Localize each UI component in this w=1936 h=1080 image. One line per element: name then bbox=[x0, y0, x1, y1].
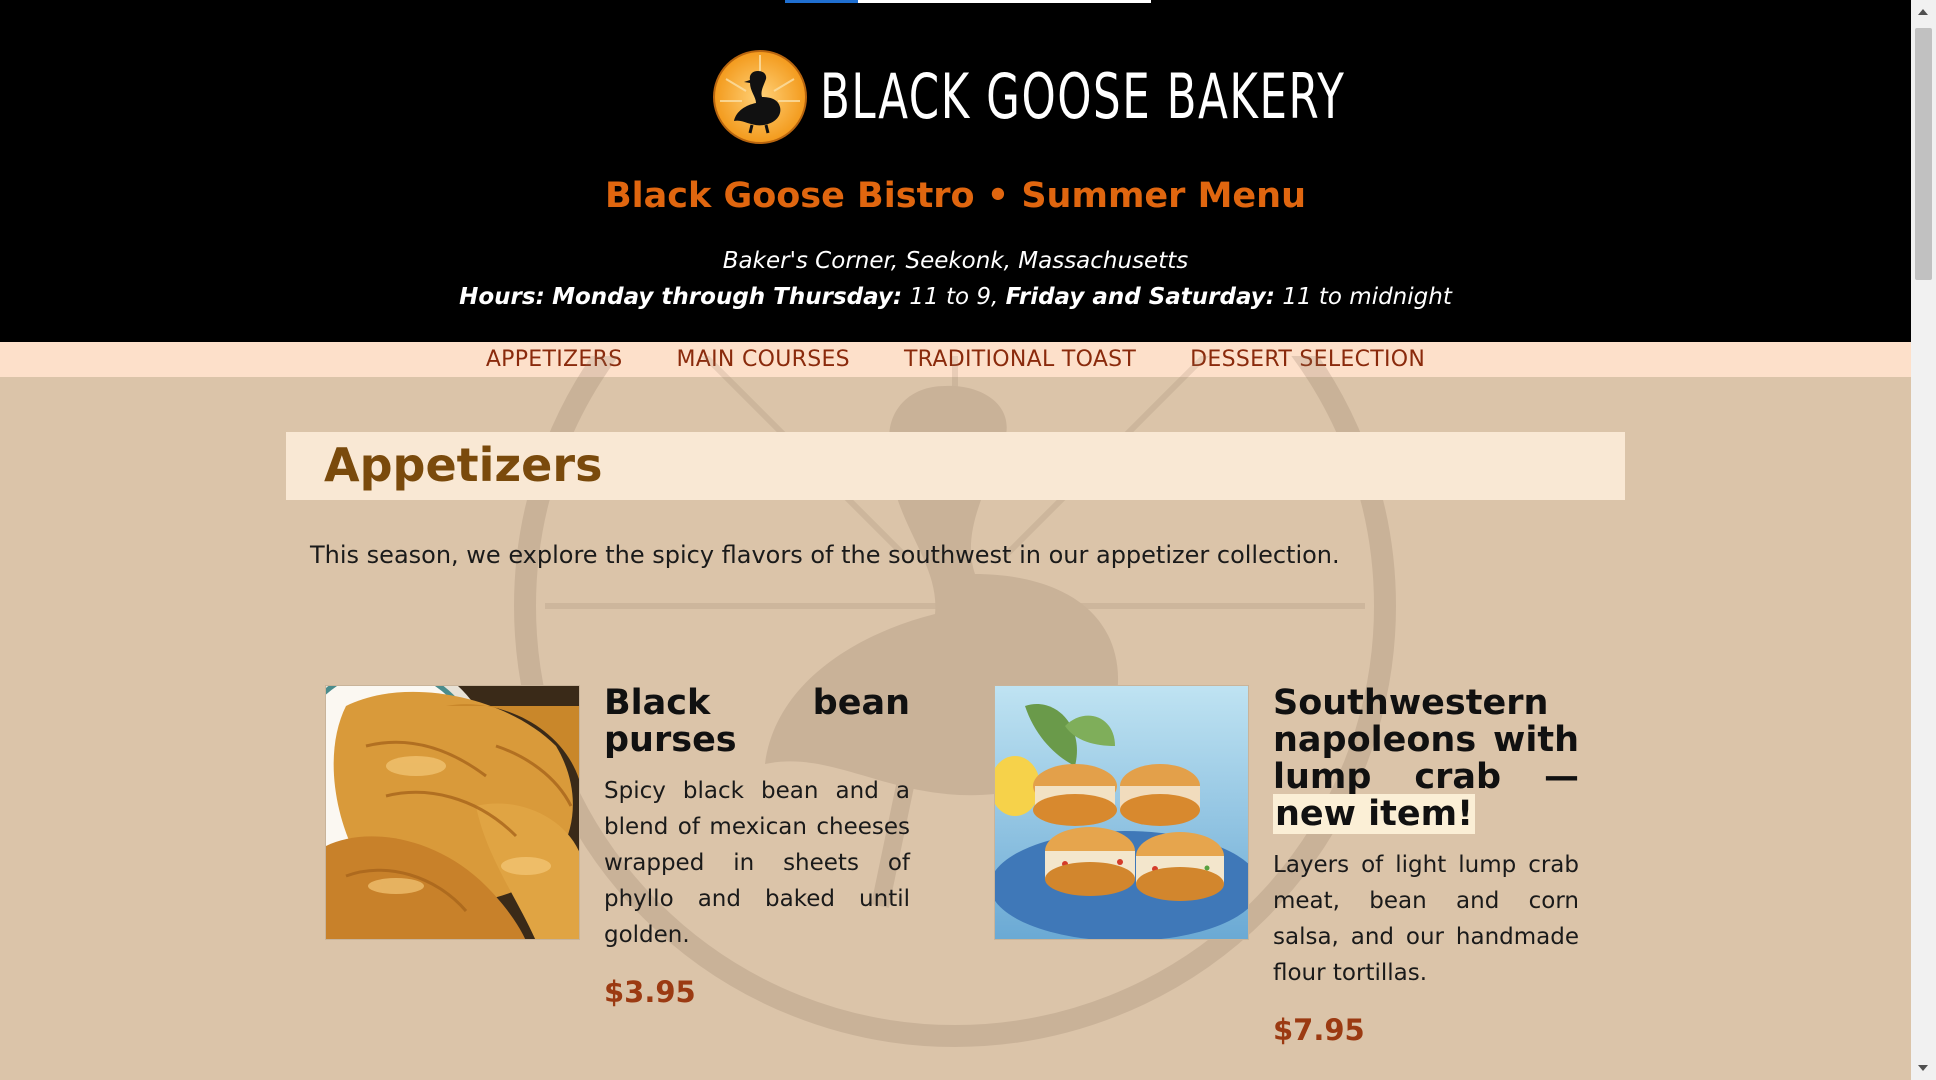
weekend-label: Friday and Saturday: bbox=[1005, 284, 1275, 310]
scroll-up-icon[interactable] bbox=[1918, 9, 1928, 15]
menu-item-name: Southwestern napoleons with lump crab — … bbox=[1273, 683, 1579, 834]
main-nav: APPETIZERS MAIN COURSES TRADITIONAL TOAS… bbox=[0, 342, 1911, 377]
page-viewport: BLACK GOOSE BAKERY Black Goose Bistro • … bbox=[0, 0, 1911, 1080]
new-item-badge: new item! bbox=[1273, 794, 1476, 834]
hours-text: Hours: Monday through Thursday: 11 to 9,… bbox=[0, 284, 1911, 310]
menu-item-text: Black bean purses Spicy black bean and a… bbox=[604, 685, 910, 1010]
section-title: Appetizers bbox=[324, 438, 603, 492]
nav-link-traditional-toast[interactable]: TRADITIONAL TOAST bbox=[904, 347, 1136, 372]
nav-link-appetizers[interactable]: APPETIZERS bbox=[486, 347, 623, 372]
menu-item-description: Layers of light lump crab meat, bean and… bbox=[1273, 852, 1579, 986]
section-intro: This season, we explore the spicy flavor… bbox=[310, 541, 1340, 569]
menu-item-price: $7.95 bbox=[1273, 1013, 1365, 1047]
menu-item-name-text: Black bean purses bbox=[604, 683, 910, 760]
weekday-hours: 11 to 9, bbox=[909, 284, 999, 310]
menu-item-name-text: Southwestern napoleons with lump crab — bbox=[1273, 683, 1579, 797]
weekend-hours: 11 to midnight bbox=[1282, 284, 1452, 310]
page-title: Black Goose Bistro • Summer Menu bbox=[604, 176, 1306, 216]
scrollbar-thumb[interactable] bbox=[1915, 28, 1932, 280]
loading-progress-bar bbox=[785, 0, 1151, 3]
hours-label: Hours: bbox=[459, 284, 545, 310]
vertical-scrollbar[interactable] bbox=[1911, 0, 1936, 1080]
scroll-down-icon[interactable] bbox=[1918, 1065, 1928, 1071]
goose-logo-icon bbox=[713, 50, 807, 144]
weekday-label: Monday through Thursday: bbox=[552, 284, 903, 310]
menu-item-description: Spicy black bean and a blend of mexican … bbox=[604, 778, 910, 948]
logo[interactable]: BLACK GOOSE BAKERY bbox=[712, 48, 1344, 146]
site-header: BLACK GOOSE BAKERY Black Goose Bistro • … bbox=[0, 0, 1911, 342]
pastry-photo bbox=[325, 685, 580, 940]
menu-item-name: Black bean purses bbox=[604, 685, 910, 759]
menu-item-text: Southwestern napoleons with lump crab — … bbox=[1273, 685, 1579, 1047]
nav-link-main-courses[interactable]: MAIN COURSES bbox=[676, 347, 849, 372]
nav-link-dessert-selection[interactable]: DESSERT SELECTION bbox=[1190, 347, 1425, 372]
section-header: Appetizers bbox=[286, 432, 1625, 500]
address-text: Baker's Corner, Seekonk, Massachusetts bbox=[722, 248, 1189, 274]
logo-wordmark: BLACK GOOSE BAKERY bbox=[820, 60, 1346, 133]
napoleon-photo bbox=[994, 685, 1249, 940]
menu-item-price: $3.95 bbox=[604, 975, 696, 1009]
